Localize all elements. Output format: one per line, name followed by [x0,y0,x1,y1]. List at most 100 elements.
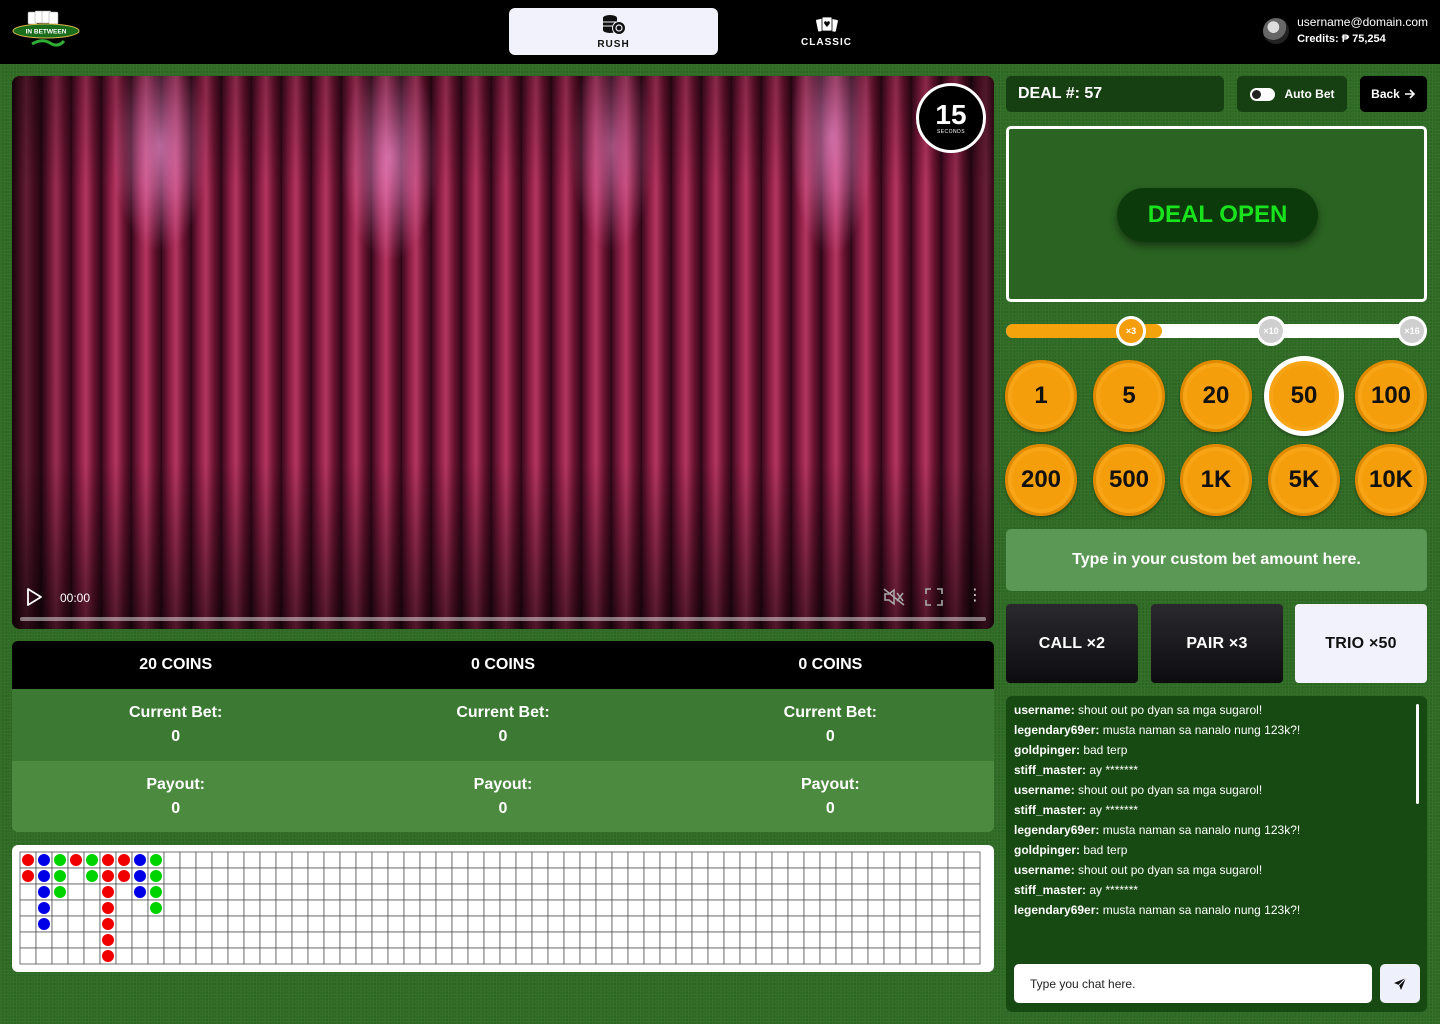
roadmap-cell [931,883,949,901]
chip-20[interactable]: 20 [1180,360,1252,432]
roadmap-cell [499,883,517,901]
roadmap-cell [739,867,757,885]
avatar[interactable] [1263,18,1290,44]
roadmap-cell [467,931,485,949]
pair-bet-button[interactable]: PAIR ×3 [1151,604,1283,683]
toggle-switch[interactable] [1249,87,1275,101]
roadmap-cell [195,899,213,917]
chat-input[interactable] [1014,964,1372,1003]
chat-username[interactable]: legendary69er: [1014,723,1099,737]
roadmap-cell [51,915,69,933]
roadmap-cell [707,867,725,885]
roadmap-bead [118,854,130,866]
roadmap-cell [611,867,629,885]
roadmap-cell [67,915,85,933]
roadmap-cell [195,931,213,949]
user-credits: Credits: ₱ 75,254 [1297,33,1386,45]
roadmap-cell [723,947,741,965]
roadmap-cell [915,947,933,965]
roadmap-cell [435,867,453,885]
roadmap-cell [691,931,709,949]
chat-username[interactable]: stiff_master: [1014,763,1086,777]
roadmap-cell [691,899,709,917]
chip-5[interactable]: 5 [1093,360,1165,432]
chat-username[interactable]: stiff_master: [1014,803,1086,817]
roadmap-cell [819,867,837,885]
chip-5k[interactable]: 5K [1268,444,1340,516]
roadmap-cell [435,883,453,901]
chip-10k[interactable]: 10K [1355,444,1427,516]
chip-50-selected[interactable]: 50 [1264,356,1344,436]
roadmap-cell [483,947,501,965]
multiplier-progress[interactable]: ×3 ×10 ×16 [1006,316,1427,346]
roadmap-cell [531,851,549,869]
send-button[interactable] [1380,964,1420,1003]
trio-bet-button[interactable]: TRIO ×50 [1295,604,1427,683]
play-icon[interactable] [24,587,44,607]
video-controls: 00:00 ⋮ [12,579,994,629]
tab-rush-label: RUSH [597,38,630,50]
roadmap-cell [755,931,773,949]
multiplier-x16[interactable]: ×16 [1397,316,1427,346]
more-options-icon[interactable]: ⋮ [967,585,983,605]
roadmap-cell [659,931,677,949]
roadmap-cell [787,851,805,869]
in-between-logo[interactable]: IN BETWEEN [12,10,80,52]
live-video-player[interactable]: 15 SECONDS 00:00 ⋮ [12,76,994,629]
roadmap-cell [883,867,901,885]
fullscreen-icon[interactable] [924,587,944,607]
roadmap-cell [819,899,837,917]
roadmap-cell [467,947,485,965]
chat-message: stiff_master: ay ******* [1014,880,1414,900]
custom-bet-input[interactable]: Type in your custom bet amount here. [1006,529,1427,591]
bet-summary-table: 20 COINS 0 COINS 0 COINS Current Bet: 0 … [12,641,994,832]
roadmap-cell [387,899,405,917]
roadmap-cell [499,899,517,917]
chip-100[interactable]: 100 [1355,360,1427,432]
roadmap-cell [547,931,565,949]
chat-username[interactable]: stiff_master: [1014,883,1086,897]
roadmap-cell [451,931,469,949]
chat-username[interactable]: legendary69er: [1014,823,1099,837]
chat-username[interactable]: goldpinger: [1014,743,1080,757]
tab-classic[interactable]: ♥ CLASSIC [722,8,931,55]
tab-rush[interactable]: RUSH [509,8,718,55]
roadmap-cell [483,867,501,885]
roadmap-cell [67,867,85,885]
user-account[interactable]: username@domain.com Credits: ₱ 75,254 [1263,14,1428,48]
chip-200[interactable]: 200 [1005,444,1077,516]
roadmap-cell [355,915,373,933]
call-bet-button[interactable]: CALL ×2 [1006,604,1138,683]
roadmap-cell [515,883,533,901]
roadmap-cell [307,931,325,949]
roadmap-cell [851,915,869,933]
back-button[interactable]: Back [1360,76,1427,112]
roadmap-cell [243,851,261,869]
chat-panel: username: shout out po dyan sa mga sugar… [1006,696,1427,1012]
auto-bet-toggle[interactable]: Auto Bet [1237,76,1347,112]
multiplier-x3[interactable]: ×3 [1116,316,1146,346]
chat-username[interactable]: legendary69er: [1014,903,1099,917]
chat-scrollbar[interactable] [1416,704,1419,804]
chat-username[interactable]: username: [1014,783,1075,797]
roadmap-cell [307,867,325,885]
chip-1[interactable]: 1 [1005,360,1077,432]
roadmap-cell [643,947,661,965]
roadmap-cell [659,899,677,917]
chip-1k[interactable]: 1K [1180,444,1252,516]
multiplier-x10[interactable]: ×10 [1256,316,1286,346]
roadmap-cell [147,947,165,965]
chat-username[interactable]: username: [1014,703,1075,717]
roadmap-bead [22,870,34,882]
muted-speaker-icon[interactable] [882,587,906,607]
chat-username[interactable]: goldpinger: [1014,843,1080,857]
roadmap-cell [819,851,837,869]
chat-username[interactable]: username: [1014,863,1075,877]
roadmap-cell [419,931,437,949]
roadmap-cell [83,899,101,917]
roadmap-cell [835,883,853,901]
roadmap-cell [83,931,101,949]
video-progress-bar[interactable] [20,617,986,621]
chip-500[interactable]: 500 [1093,444,1165,516]
roadmap-cell [19,947,37,965]
